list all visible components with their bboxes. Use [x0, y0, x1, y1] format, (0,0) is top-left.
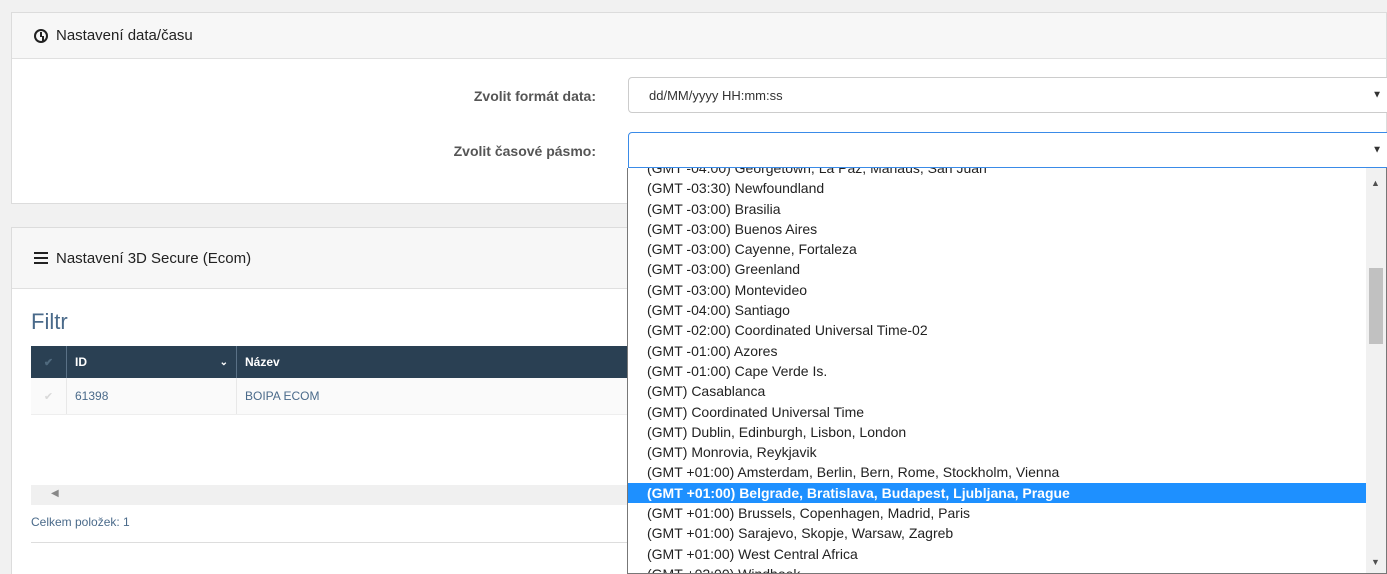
grid-header: ✔ ID ⌄ Název [31, 346, 651, 378]
select-all-checkbox[interactable]: ✔ [31, 346, 67, 378]
check-icon: ✔ [43, 356, 54, 369]
timezone-option[interactable]: (GMT -04:00) Santiago [628, 300, 1366, 320]
date-format-select[interactable]: dd/MM/yyyy HH:mm:ss ▼ [628, 77, 1387, 113]
timezone-option[interactable]: (GMT -03:30) Newfoundland [628, 178, 1366, 198]
datetime-panel-header: Nastavení data/času [12, 13, 1386, 59]
timezone-label: Zvolit časové pásmo: [453, 143, 596, 159]
total-items: Celkem položek: 1 [31, 515, 130, 529]
timezone-select[interactable]: ▼ [628, 132, 1387, 168]
row-name: BOIPA ECOM [237, 378, 651, 414]
menu-icon [34, 252, 48, 264]
date-format-value: dd/MM/yyyy HH:mm:ss [649, 87, 783, 103]
timezone-option[interactable]: (GMT -03:00) Cayenne, Fortaleza [628, 239, 1366, 259]
scroll-down-icon[interactable]: ▼ [1371, 557, 1380, 567]
timezone-option[interactable]: (GMT +02:00) Windhoek [628, 564, 1366, 573]
scroll-left-icon[interactable]: ◀ [51, 488, 59, 499]
table-row[interactable]: ✔ 61398 BOIPA ECOM [31, 378, 651, 415]
data-grid: ✔ ID ⌄ Název ✔ 61398 BOIPA ECOM [31, 346, 651, 415]
timezone-option[interactable]: (GMT -01:00) Cape Verde Is. [628, 361, 1366, 381]
column-header-name-label: Název [245, 355, 280, 369]
timezone-option[interactable]: (GMT -01:00) Azores [628, 341, 1366, 361]
column-header-name[interactable]: Název [237, 346, 651, 378]
timezone-option[interactable]: (GMT +01:00) Belgrade, Bratislava, Budap… [628, 482, 1366, 504]
timezone-dropdown-list[interactable]: (GMT -04:00) Georgetown, La Paz, Manaus,… [627, 168, 1387, 574]
horizontal-scrollbar[interactable]: ◀ [31, 485, 631, 505]
chevron-down-icon: ▼ [1372, 144, 1382, 156]
scrollbar-thumb[interactable] [1369, 268, 1383, 344]
timezone-option[interactable]: (GMT -02:00) Coordinated Universal Time-… [628, 320, 1366, 340]
timezone-option[interactable]: (GMT) Casablanca [628, 381, 1366, 401]
timezone-options: (GMT -04:00) Georgetown, La Paz, Manaus,… [628, 168, 1366, 573]
check-icon: ✔ [43, 390, 54, 403]
row-id: 61398 [67, 378, 237, 414]
timezone-option[interactable]: (GMT) Monrovia, Reykjavik [628, 442, 1366, 462]
date-format-label: Zvolit formát data: [473, 88, 596, 104]
timezone-option[interactable]: (GMT -03:00) Brasilia [628, 199, 1366, 219]
chevron-down-icon[interactable]: ⌄ [220, 357, 228, 368]
row-checkbox[interactable]: ✔ [31, 378, 67, 414]
timezone-option[interactable]: (GMT -03:00) Greenland [628, 259, 1366, 279]
chevron-down-icon: ▼ [1372, 89, 1382, 101]
timezone-option[interactable]: (GMT -03:00) Buenos Aires [628, 219, 1366, 239]
timezone-option[interactable]: (GMT -04:00) Georgetown, La Paz, Manaus,… [628, 168, 1366, 178]
divider [31, 542, 631, 543]
dropdown-scrollbar[interactable]: ▲ ▼ [1366, 168, 1386, 573]
timezone-option[interactable]: (GMT +01:00) Sarajevo, Skopje, Warsaw, Z… [628, 523, 1366, 543]
scroll-up-icon[interactable]: ▲ [1371, 178, 1380, 188]
column-header-id-label: ID [75, 355, 87, 369]
datetime-panel-title: Nastavení data/času [56, 27, 193, 44]
timezone-option[interactable]: (GMT) Coordinated Universal Time [628, 402, 1366, 422]
timezone-option[interactable]: (GMT -03:00) Montevideo [628, 280, 1366, 300]
clock-icon [34, 28, 48, 43]
3d-secure-panel-title: Nastavení 3D Secure (Ecom) [56, 249, 252, 267]
timezone-option[interactable]: (GMT) Dublin, Edinburgh, Lisbon, London [628, 422, 1366, 442]
column-header-id[interactable]: ID ⌄ [67, 346, 237, 378]
timezone-option[interactable]: (GMT +01:00) West Central Africa [628, 544, 1366, 564]
timezone-option[interactable]: (GMT +01:00) Brussels, Copenhagen, Madri… [628, 503, 1366, 523]
timezone-option[interactable]: (GMT +01:00) Amsterdam, Berlin, Bern, Ro… [628, 462, 1366, 482]
filter-title: Filtr [31, 309, 68, 334]
